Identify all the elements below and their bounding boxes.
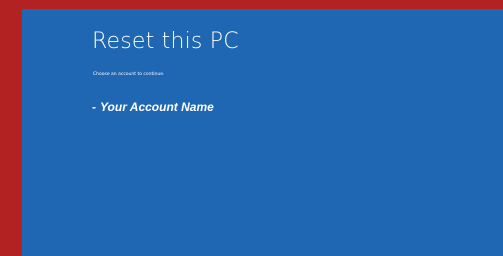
account-option[interactable]: - Your Account Name xyxy=(92,101,214,113)
account-name: Your Account Name xyxy=(100,100,214,114)
page-title: Reset this PC xyxy=(92,29,239,54)
left-red-border xyxy=(0,0,22,256)
reset-pc-panel: Reset this PC Choose an account to conti… xyxy=(22,9,503,256)
instruction-text: Choose an account to continue. xyxy=(93,72,165,77)
top-red-border xyxy=(0,0,503,9)
account-bullet: - xyxy=(92,100,96,114)
